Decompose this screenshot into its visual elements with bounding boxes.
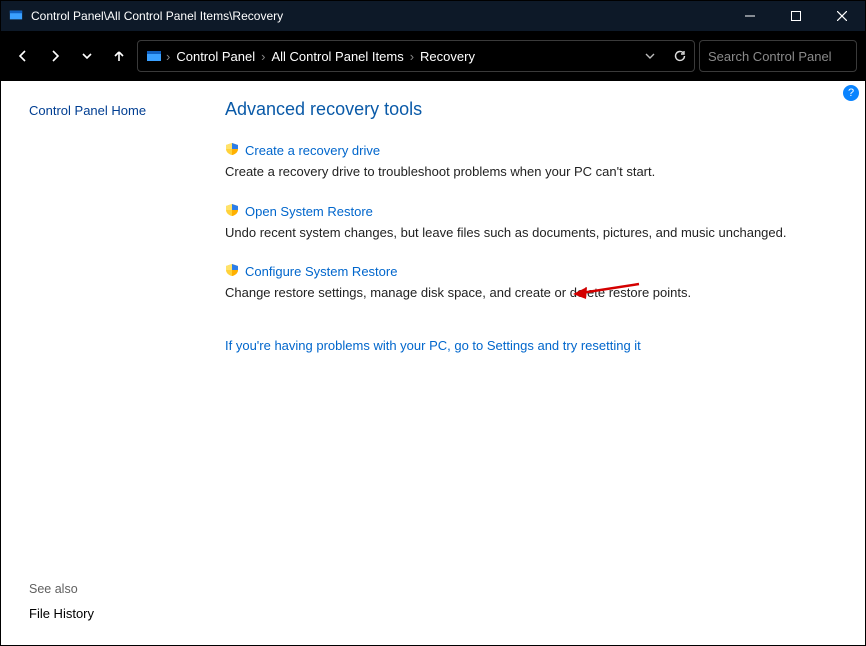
tool-description: Create a recovery drive to troubleshoot … <box>225 163 835 181</box>
see-also-link-file-history[interactable]: File History <box>29 606 211 621</box>
control-panel-home-link[interactable]: Control Panel Home <box>29 103 211 118</box>
content-area: ? Control Panel Home See also File Histo… <box>1 81 865 645</box>
navbar: › Control Panel › All Control Panel Item… <box>1 31 865 81</box>
forward-button[interactable] <box>41 42 69 70</box>
window-title: Control Panel\All Control Panel Items\Re… <box>31 9 283 23</box>
breadcrumb[interactable]: All Control Panel Items <box>269 49 405 64</box>
tool-item: Configure System Restore Change restore … <box>225 263 835 302</box>
control-panel-window: Control Panel\All Control Panel Items\Re… <box>0 0 866 646</box>
control-panel-icon <box>9 8 25 24</box>
close-button[interactable] <box>819 1 865 31</box>
search-box[interactable] <box>699 40 857 72</box>
tool-description: Change restore settings, manage disk spa… <box>225 284 835 302</box>
up-button[interactable] <box>105 42 133 70</box>
tool-item: Create a recovery drive Create a recover… <box>225 142 835 181</box>
maximize-button[interactable] <box>773 1 819 31</box>
create-recovery-drive-link[interactable]: Create a recovery drive <box>245 143 380 158</box>
chevron-right-icon: › <box>410 49 414 64</box>
titlebar: Control Panel\All Control Panel Items\Re… <box>1 1 865 31</box>
reset-pc-link[interactable]: If you're having problems with your PC, … <box>225 338 641 353</box>
sidebar: Control Panel Home See also File History <box>1 81 211 645</box>
search-input[interactable] <box>708 49 866 64</box>
tool-description: Undo recent system changes, but leave fi… <box>225 224 835 242</box>
location-icon <box>146 48 162 64</box>
tool-item: Open System Restore Undo recent system c… <box>225 203 835 242</box>
main-content: Advanced recovery tools Create a recover… <box>211 81 865 645</box>
back-button[interactable] <box>9 42 37 70</box>
chevron-right-icon: › <box>166 49 170 64</box>
minimize-button[interactable] <box>727 1 773 31</box>
refresh-button[interactable] <box>672 48 688 64</box>
configure-system-restore-link[interactable]: Configure System Restore <box>245 264 397 279</box>
breadcrumb[interactable]: Control Panel <box>174 49 257 64</box>
shield-icon <box>225 203 239 220</box>
chevron-down-icon[interactable] <box>642 48 658 64</box>
breadcrumb[interactable]: Recovery <box>418 49 477 64</box>
shield-icon <box>225 263 239 280</box>
chevron-right-icon: › <box>261 49 265 64</box>
address-bar[interactable]: › Control Panel › All Control Panel Item… <box>137 40 695 72</box>
open-system-restore-link[interactable]: Open System Restore <box>245 204 373 219</box>
see-also-header: See also <box>29 582 211 596</box>
page-title: Advanced recovery tools <box>225 99 835 120</box>
see-also-section: See also File History <box>29 582 211 645</box>
recent-locations-button[interactable] <box>73 42 101 70</box>
shield-icon <box>225 142 239 159</box>
